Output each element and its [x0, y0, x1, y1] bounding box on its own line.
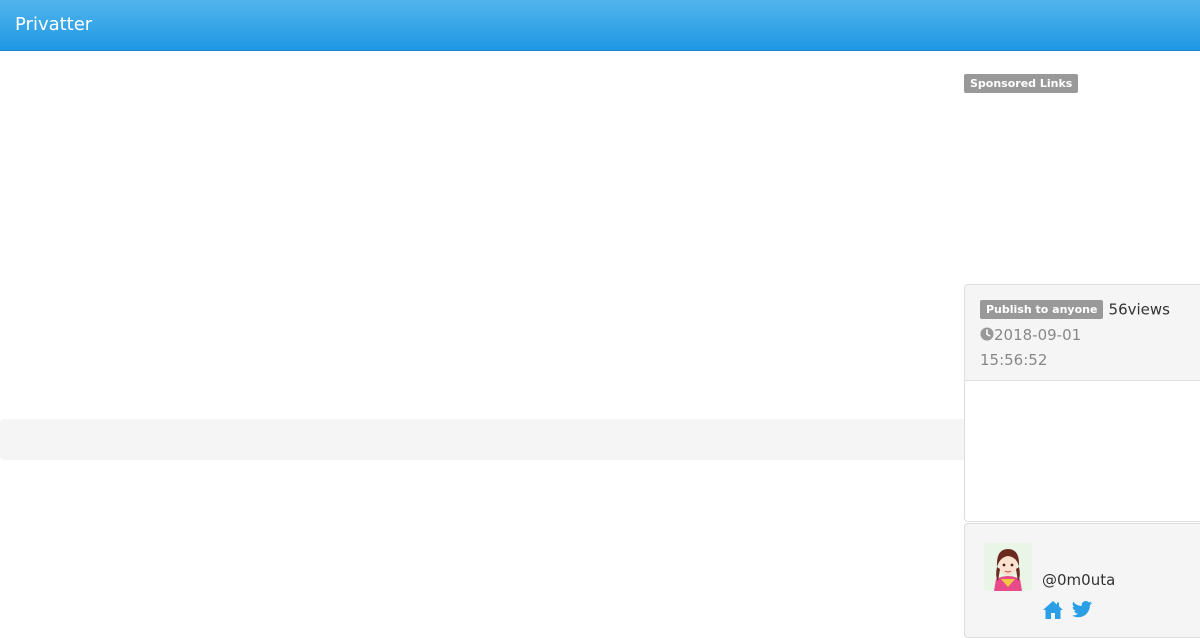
post-time: 15:56:52: [980, 351, 1048, 369]
user-panel: @0m0uta: [964, 523, 1200, 638]
views-unit: views: [1127, 300, 1170, 319]
navbar: Privatter: [0, 0, 1200, 51]
ad-area: [964, 96, 1200, 276]
home-link[interactable]: [1042, 600, 1064, 620]
post-info-heading: Publish to anyone 56views 2018-09-01 15:…: [965, 285, 1200, 381]
avatar[interactable]: [984, 543, 1032, 591]
brand-link[interactable]: Privatter: [15, 14, 92, 36]
post-date: 2018-09-01: [994, 326, 1082, 344]
user-links: [1042, 600, 1095, 622]
home-icon: [1043, 601, 1063, 619]
clock-icon: [980, 327, 994, 341]
visibility-badge: Publish to anyone: [980, 300, 1104, 319]
post-timestamp: 2018-09-01 15:56:52: [980, 323, 1110, 373]
twitter-link[interactable]: [1071, 600, 1093, 620]
post-info-panel: Publish to anyone 56views 2018-09-01 15:…: [964, 284, 1200, 522]
twitter-icon: [1071, 601, 1093, 618]
user-handle[interactable]: @0m0uta: [1042, 571, 1115, 589]
main-content: [0, 51, 964, 419]
views-number: 56: [1108, 300, 1128, 319]
avatar-illustration: [984, 543, 1032, 591]
sponsored-links-label: Sponsored Links: [964, 74, 1079, 93]
views-count: 56views: [1109, 301, 1170, 319]
content-strip: [0, 419, 966, 460]
post-info-body: [965, 381, 1200, 521]
